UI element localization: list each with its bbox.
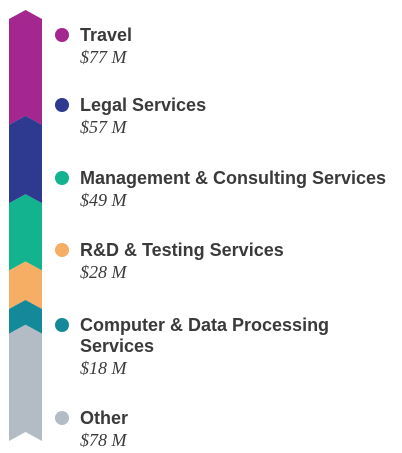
category-value: $77 M bbox=[80, 47, 127, 67]
legend-item-computer-data-processing: Computer & Data Processing Services $18 … bbox=[55, 315, 400, 379]
bar-segment-management-consulting-services bbox=[9, 194, 42, 271]
legend-swatch bbox=[55, 171, 69, 185]
category-value: $49 M bbox=[80, 190, 127, 210]
legend-swatch bbox=[55, 28, 69, 42]
bar-segment-legal-services bbox=[9, 115, 42, 204]
category-label: R&D & Testing Services bbox=[80, 240, 284, 260]
legend-item-travel: Travel $77 M bbox=[55, 25, 400, 68]
bar-segment-travel bbox=[9, 10, 42, 125]
category-label: Management & Consulting Services bbox=[80, 168, 387, 188]
bar-segment-other bbox=[9, 324, 42, 441]
legend-swatch bbox=[55, 411, 69, 425]
category-value: $57 M bbox=[80, 117, 127, 137]
category-value: $28 M bbox=[80, 262, 127, 282]
category-value: $78 M bbox=[80, 430, 127, 450]
category-label: Legal Services bbox=[80, 95, 207, 115]
legend-item-legal-services: Legal Services $57 M bbox=[55, 95, 400, 138]
legend-item-management-consulting: Management & Consulting Services $49 M bbox=[55, 168, 400, 211]
category-spending-chart: Travel $77 M Legal Services $57 M Manage… bbox=[0, 0, 402, 453]
legend-swatch bbox=[55, 98, 69, 112]
category-label: Other bbox=[80, 408, 129, 428]
legend-item-other: Other $78 M bbox=[55, 408, 400, 451]
category-label: Computer & Data Processing Services bbox=[80, 315, 330, 356]
category-label: Travel bbox=[80, 25, 133, 45]
category-value: $18 M bbox=[80, 358, 127, 378]
legend-swatch bbox=[55, 318, 69, 332]
legend-item-rd-testing: R&D & Testing Services $28 M bbox=[55, 240, 400, 283]
legend-swatch bbox=[55, 243, 69, 257]
